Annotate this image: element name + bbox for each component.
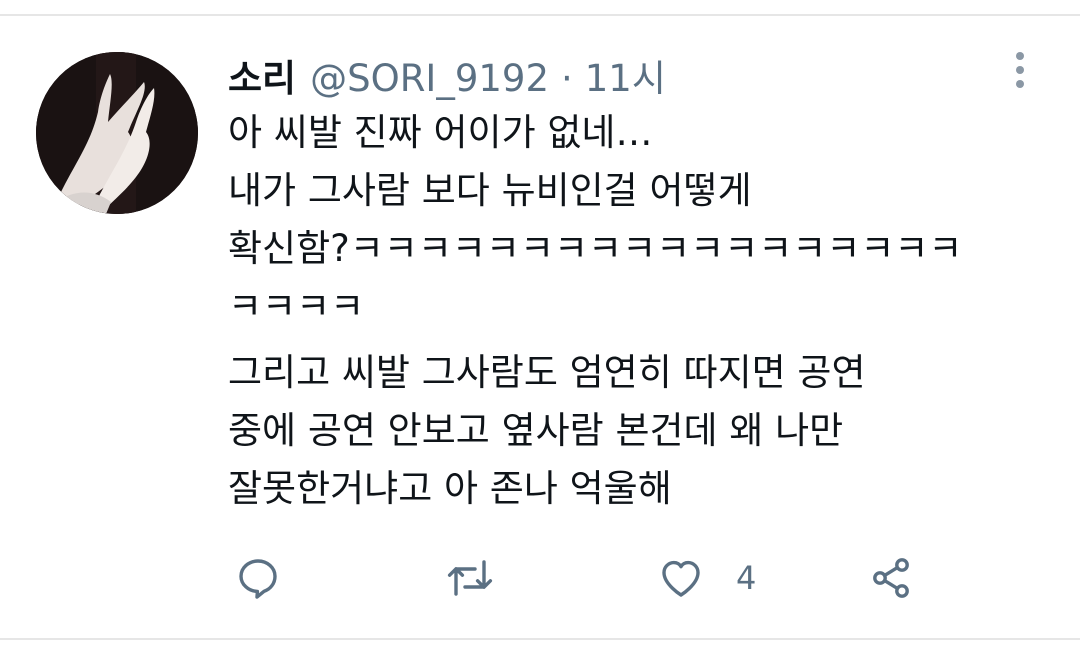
reply-button[interactable] <box>234 548 282 608</box>
header-separator: · <box>561 57 573 100</box>
top-divider <box>0 14 1080 16</box>
tweet-line: 내가 그사람 보다 뉴비인걸 어떻게 <box>228 169 752 212</box>
tweet-line: ㅋㅋㅋㅋ <box>228 285 365 328</box>
more-dot-icon <box>1016 66 1024 74</box>
tweet-timestamp[interactable]: 11시 <box>585 48 666 102</box>
more-options-button[interactable] <box>1002 50 1038 90</box>
retweet-button[interactable] <box>444 548 496 608</box>
avatar[interactable] <box>36 52 198 214</box>
tweet-line: 그리고 씨발 그사람도 엄연히 따지면 공연 <box>228 351 866 394</box>
more-dot-icon <box>1016 80 1024 88</box>
avatar-image <box>36 52 198 214</box>
share-icon <box>873 558 909 598</box>
retweet-icon <box>447 560 493 596</box>
like-button[interactable]: 4 <box>656 548 756 608</box>
more-dot-icon <box>1016 52 1024 60</box>
heart-icon <box>662 560 700 597</box>
author-handle[interactable]: @SORI_9192 <box>310 57 549 100</box>
reply-icon <box>239 559 277 599</box>
tweet-line: 아 씨발 진짜 어이가 없네… <box>228 111 653 154</box>
bottom-divider <box>0 638 1080 640</box>
tweet-header: 소리 @SORI_9192 · 11시 <box>228 48 666 100</box>
share-button[interactable] <box>866 548 916 608</box>
like-count: 4 <box>736 559 757 597</box>
tweet-line: 잘못한거냐고 아 존나 억울해 <box>228 467 672 510</box>
tweet-actions: 4 <box>0 548 1080 608</box>
tweet-line: 중에 공연 안보고 옆사람 본건데 왜 나만 <box>228 409 844 452</box>
tweet-line: 확신함?ㅋㅋㅋㅋㅋㅋㅋㅋㅋㅋㅋㅋㅋㅋㅋㅋㅋㅋ <box>228 227 963 270</box>
author-display-name[interactable]: 소리 <box>228 48 296 102</box>
tweet-body: 아 씨발 진짜 어이가 없네… 내가 그사람 보다 뉴비인걸 어떻게 확신함?ㅋ… <box>228 104 1028 518</box>
